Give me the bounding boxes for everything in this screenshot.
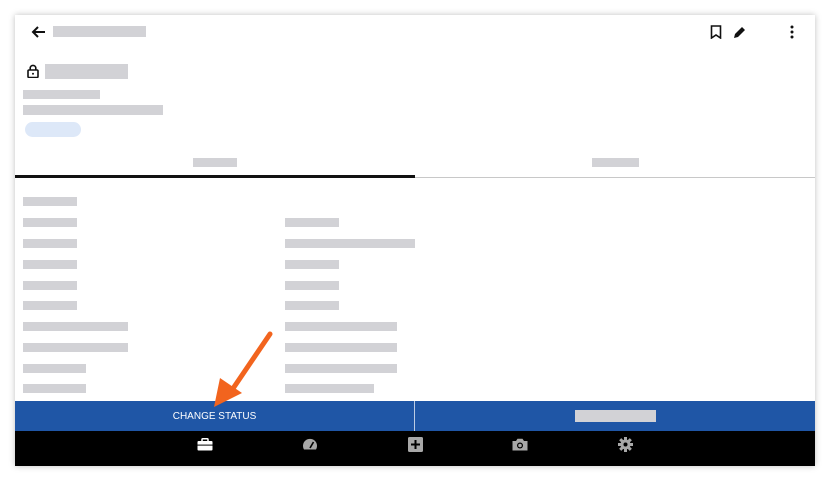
item-detail-placeholder — [23, 105, 163, 115]
field-value — [285, 260, 339, 269]
item-title-placeholder — [45, 64, 128, 79]
change-status-label: CHANGE STATUS — [172, 410, 257, 422]
field-label — [23, 322, 128, 331]
field-label — [23, 343, 128, 352]
change-status-button[interactable]: CHANGE STATUS — [15, 401, 414, 431]
tab-divider — [415, 177, 815, 178]
field-value — [285, 322, 397, 331]
app-window: CHANGE STATUS — [15, 15, 815, 466]
secondary-action-button[interactable] — [415, 401, 815, 431]
back-arrow-icon[interactable] — [27, 21, 49, 43]
settings-gear-icon — [617, 436, 633, 452]
field-label — [23, 364, 86, 373]
nav-briefcase[interactable] — [185, 431, 225, 457]
edit-pencil-icon[interactable] — [729, 21, 751, 43]
field-value — [285, 343, 397, 352]
nav-camera[interactable] — [500, 431, 540, 457]
tab-secondary-label — [592, 158, 639, 167]
field-value — [285, 281, 339, 290]
field-label — [23, 301, 77, 310]
tab-details[interactable] — [15, 152, 415, 175]
status-pill — [25, 122, 81, 137]
bottom-navigation — [15, 431, 815, 466]
nav-add[interactable] — [395, 431, 435, 457]
field-value — [285, 239, 415, 248]
field-value — [285, 218, 339, 227]
field-label — [23, 281, 77, 290]
nav-settings[interactable] — [605, 431, 645, 457]
field-label — [23, 384, 86, 393]
tab-secondary[interactable] — [415, 152, 815, 175]
secondary-action-label — [575, 410, 656, 422]
field-label — [23, 260, 77, 269]
field-label — [23, 197, 77, 206]
lock-icon — [25, 63, 41, 79]
item-subtitle-placeholder — [23, 90, 100, 99]
bookmark-icon[interactable] — [705, 21, 727, 43]
field-value — [285, 301, 339, 310]
action-bar: CHANGE STATUS — [15, 401, 815, 431]
field-label — [23, 218, 77, 227]
add-box-icon — [407, 436, 423, 452]
speedometer-icon — [302, 437, 318, 451]
field-label — [23, 239, 77, 248]
field-value — [285, 364, 397, 373]
briefcase-icon — [197, 437, 213, 451]
nav-speedometer[interactable] — [290, 431, 330, 457]
camera-icon — [512, 438, 528, 451]
top-toolbar — [15, 15, 815, 49]
page-title-placeholder — [53, 26, 146, 37]
active-tab-indicator — [15, 175, 415, 178]
tab-details-label — [193, 158, 237, 167]
field-value — [285, 384, 374, 393]
more-vertical-icon[interactable] — [781, 21, 803, 43]
